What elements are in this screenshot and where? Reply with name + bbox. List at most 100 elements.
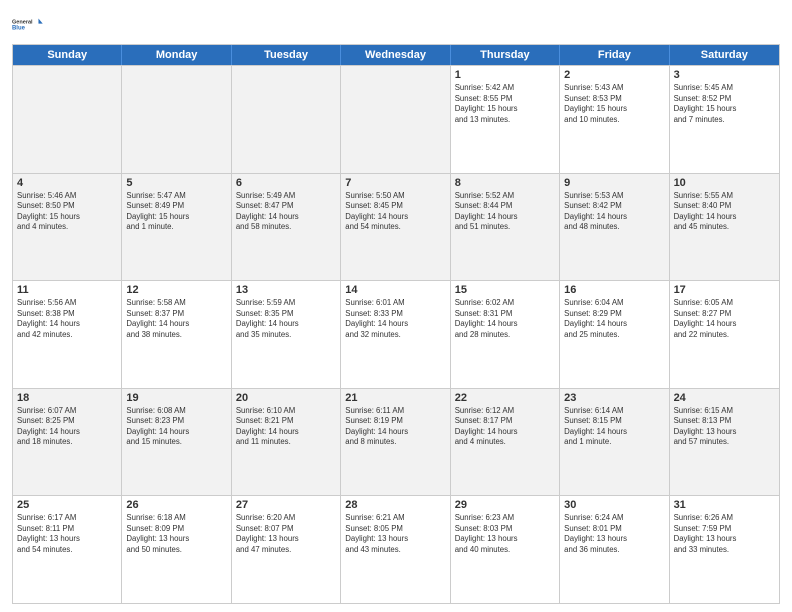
- cell-info: Sunrise: 6:07 AM Sunset: 8:25 PM Dayligh…: [17, 406, 117, 448]
- calendar-cell: 12Sunrise: 5:58 AM Sunset: 8:37 PM Dayli…: [122, 281, 231, 388]
- day-number: 14: [345, 284, 445, 296]
- weekday-header: Friday: [560, 45, 669, 65]
- page: General Blue SundayMondayTuesdayWednesda…: [0, 0, 792, 612]
- day-number: 10: [674, 177, 775, 189]
- cell-info: Sunrise: 6:11 AM Sunset: 8:19 PM Dayligh…: [345, 406, 445, 448]
- day-number: 3: [674, 69, 775, 81]
- calendar-cell: 1 Sunrise: 5:42 AM Sunset: 8:55 PM Daylig…: [451, 66, 560, 173]
- calendar-cell: 5 Sunrise: 5:47 AM Sunset: 8:49 PM Daylig…: [122, 174, 231, 281]
- day-number: 4: [17, 177, 117, 189]
- day-number: 23: [564, 392, 664, 404]
- calendar-row: 18 Sunrise: 6:07 AM Sunset: 8:25 PM Dayli…: [13, 388, 779, 496]
- cell-info: Sunrise: 5:47 AM Sunset: 8:49 PM Dayligh…: [126, 191, 226, 233]
- cell-info: Sunrise: 6:04 AM Sunset: 8:29 PM Dayligh…: [564, 298, 664, 340]
- calendar-cell: 2 Sunrise: 5:43 AM Sunset: 8:53 PM Daylig…: [560, 66, 669, 173]
- logo-icon: General Blue: [12, 10, 44, 38]
- cell-info: Sunrise: 6:20 AM Sunset: 8:07 PM Dayligh…: [236, 513, 336, 555]
- calendar-row: 25 Sunrise: 6:17 AM Sunset: 8:11 PM Dayli…: [13, 495, 779, 603]
- day-number: 25: [17, 499, 117, 511]
- day-number: 2: [564, 69, 664, 81]
- day-number: 26: [126, 499, 226, 511]
- calendar-cell: 27Sunrise: 6:20 AM Sunset: 8:07 PM Dayli…: [232, 496, 341, 603]
- cell-info: Sunrise: 6:02 AM Sunset: 8:31 PM Dayligh…: [455, 298, 555, 340]
- calendar-cell: 3 Sunrise: 5:45 AM Sunset: 8:52 PM Daylig…: [670, 66, 779, 173]
- calendar-cell: [122, 66, 231, 173]
- cell-info: Sunrise: 6:23 AM Sunset: 8:03 PM Dayligh…: [455, 513, 555, 555]
- day-number: 30: [564, 499, 664, 511]
- calendar-cell: 19 Sunrise: 6:08 AM Sunset: 8:23 PM Dayli…: [122, 389, 231, 496]
- calendar-cell: 28Sunrise: 6:21 AM Sunset: 8:05 PM Dayli…: [341, 496, 450, 603]
- cell-info: Sunrise: 5:46 AM Sunset: 8:50 PM Dayligh…: [17, 191, 117, 233]
- cell-info: Sunrise: 6:14 AM Sunset: 8:15 PM Dayligh…: [564, 406, 664, 448]
- day-number: 11: [17, 284, 117, 296]
- cell-info: Sunrise: 6:10 AM Sunset: 8:21 PM Dayligh…: [236, 406, 336, 448]
- day-number: 20: [236, 392, 336, 404]
- day-number: 12: [126, 284, 226, 296]
- cell-info: Sunrise: 5:45 AM Sunset: 8:52 PM Dayligh…: [674, 83, 775, 125]
- day-number: 31: [674, 499, 775, 511]
- calendar-cell: 24Sunrise: 6:15 AM Sunset: 8:13 PM Dayli…: [670, 389, 779, 496]
- weekday-header: Sunday: [13, 45, 122, 65]
- calendar-cell: 14 Sunrise: 6:01 AM Sunset: 8:33 PM Dayli…: [341, 281, 450, 388]
- day-number: 17: [674, 284, 775, 296]
- cell-info: Sunrise: 5:55 AM Sunset: 8:40 PM Dayligh…: [674, 191, 775, 233]
- cell-info: Sunrise: 6:24 AM Sunset: 8:01 PM Dayligh…: [564, 513, 664, 555]
- calendar-cell: 22 Sunrise: 6:12 AM Sunset: 8:17 PM Dayli…: [451, 389, 560, 496]
- calendar-cell: [13, 66, 122, 173]
- cell-info: Sunrise: 5:50 AM Sunset: 8:45 PM Dayligh…: [345, 191, 445, 233]
- day-number: 5: [126, 177, 226, 189]
- calendar: SundayMondayTuesdayWednesdayThursdayFrid…: [12, 44, 780, 604]
- cell-info: Sunrise: 5:56 AM Sunset: 8:38 PM Dayligh…: [17, 298, 117, 340]
- calendar-cell: 13Sunrise: 5:59 AM Sunset: 8:35 PM Dayli…: [232, 281, 341, 388]
- cell-info: Sunrise: 5:43 AM Sunset: 8:53 PM Dayligh…: [564, 83, 664, 125]
- cell-info: Sunrise: 6:17 AM Sunset: 8:11 PM Dayligh…: [17, 513, 117, 555]
- day-number: 15: [455, 284, 555, 296]
- calendar-cell: 8 Sunrise: 5:52 AM Sunset: 8:44 PM Daylig…: [451, 174, 560, 281]
- calendar-cell: [232, 66, 341, 173]
- day-number: 28: [345, 499, 445, 511]
- day-number: 1: [455, 69, 555, 81]
- calendar-row: 4 Sunrise: 5:46 AM Sunset: 8:50 PM Daylig…: [13, 173, 779, 281]
- calendar-cell: [341, 66, 450, 173]
- calendar-cell: 20 Sunrise: 6:10 AM Sunset: 8:21 PM Dayli…: [232, 389, 341, 496]
- calendar-cell: 31 Sunrise: 6:26 AM Sunset: 7:59 PM Dayli…: [670, 496, 779, 603]
- cell-info: Sunrise: 6:08 AM Sunset: 8:23 PM Dayligh…: [126, 406, 226, 448]
- calendar-cell: 10 Sunrise: 5:55 AM Sunset: 8:40 PM Dayli…: [670, 174, 779, 281]
- calendar-cell: 17 Sunrise: 6:05 AM Sunset: 8:27 PM Dayli…: [670, 281, 779, 388]
- header: General Blue: [12, 10, 780, 38]
- calendar-cell: 11 Sunrise: 5:56 AM Sunset: 8:38 PM Dayli…: [13, 281, 122, 388]
- weekday-header: Saturday: [670, 45, 779, 65]
- calendar-cell: 18 Sunrise: 6:07 AM Sunset: 8:25 PM Dayli…: [13, 389, 122, 496]
- day-number: 9: [564, 177, 664, 189]
- calendar-cell: 30 Sunrise: 6:24 AM Sunset: 8:01 PM Dayli…: [560, 496, 669, 603]
- weekday-header: Monday: [122, 45, 231, 65]
- day-number: 8: [455, 177, 555, 189]
- calendar-cell: 16 Sunrise: 6:04 AM Sunset: 8:29 PM Dayli…: [560, 281, 669, 388]
- calendar-row: 11 Sunrise: 5:56 AM Sunset: 8:38 PM Dayli…: [13, 280, 779, 388]
- cell-info: Sunrise: 5:53 AM Sunset: 8:42 PM Dayligh…: [564, 191, 664, 233]
- cell-info: Sunrise: 5:52 AM Sunset: 8:44 PM Dayligh…: [455, 191, 555, 233]
- day-number: 18: [17, 392, 117, 404]
- calendar-cell: 6Sunrise: 5:49 AM Sunset: 8:47 PM Daylig…: [232, 174, 341, 281]
- calendar-cell: 25 Sunrise: 6:17 AM Sunset: 8:11 PM Dayli…: [13, 496, 122, 603]
- cell-info: Sunrise: 6:01 AM Sunset: 8:33 PM Dayligh…: [345, 298, 445, 340]
- calendar-cell: 26 Sunrise: 6:18 AM Sunset: 8:09 PM Dayli…: [122, 496, 231, 603]
- weekday-header: Wednesday: [341, 45, 450, 65]
- cell-info: Sunrise: 5:49 AM Sunset: 8:47 PM Dayligh…: [236, 191, 336, 233]
- day-number: 16: [564, 284, 664, 296]
- cell-info: Sunrise: 6:05 AM Sunset: 8:27 PM Dayligh…: [674, 298, 775, 340]
- cell-info: Sunrise: 5:59 AM Sunset: 8:35 PM Dayligh…: [236, 298, 336, 340]
- day-number: 29: [455, 499, 555, 511]
- calendar-cell: 7Sunrise: 5:50 AM Sunset: 8:45 PM Daylig…: [341, 174, 450, 281]
- day-number: 19: [126, 392, 226, 404]
- calendar-cell: 29 Sunrise: 6:23 AM Sunset: 8:03 PM Dayli…: [451, 496, 560, 603]
- cell-info: Sunrise: 5:42 AM Sunset: 8:55 PM Dayligh…: [455, 83, 555, 125]
- calendar-cell: 15 Sunrise: 6:02 AM Sunset: 8:31 PM Dayli…: [451, 281, 560, 388]
- day-number: 21: [345, 392, 445, 404]
- day-number: 22: [455, 392, 555, 404]
- cell-info: Sunrise: 6:26 AM Sunset: 7:59 PM Dayligh…: [674, 513, 775, 555]
- cell-info: Sunrise: 6:18 AM Sunset: 8:09 PM Dayligh…: [126, 513, 226, 555]
- calendar-body: 1 Sunrise: 5:42 AM Sunset: 8:55 PM Daylig…: [13, 65, 779, 603]
- svg-text:Blue: Blue: [12, 26, 26, 32]
- cell-info: Sunrise: 6:12 AM Sunset: 8:17 PM Dayligh…: [455, 406, 555, 448]
